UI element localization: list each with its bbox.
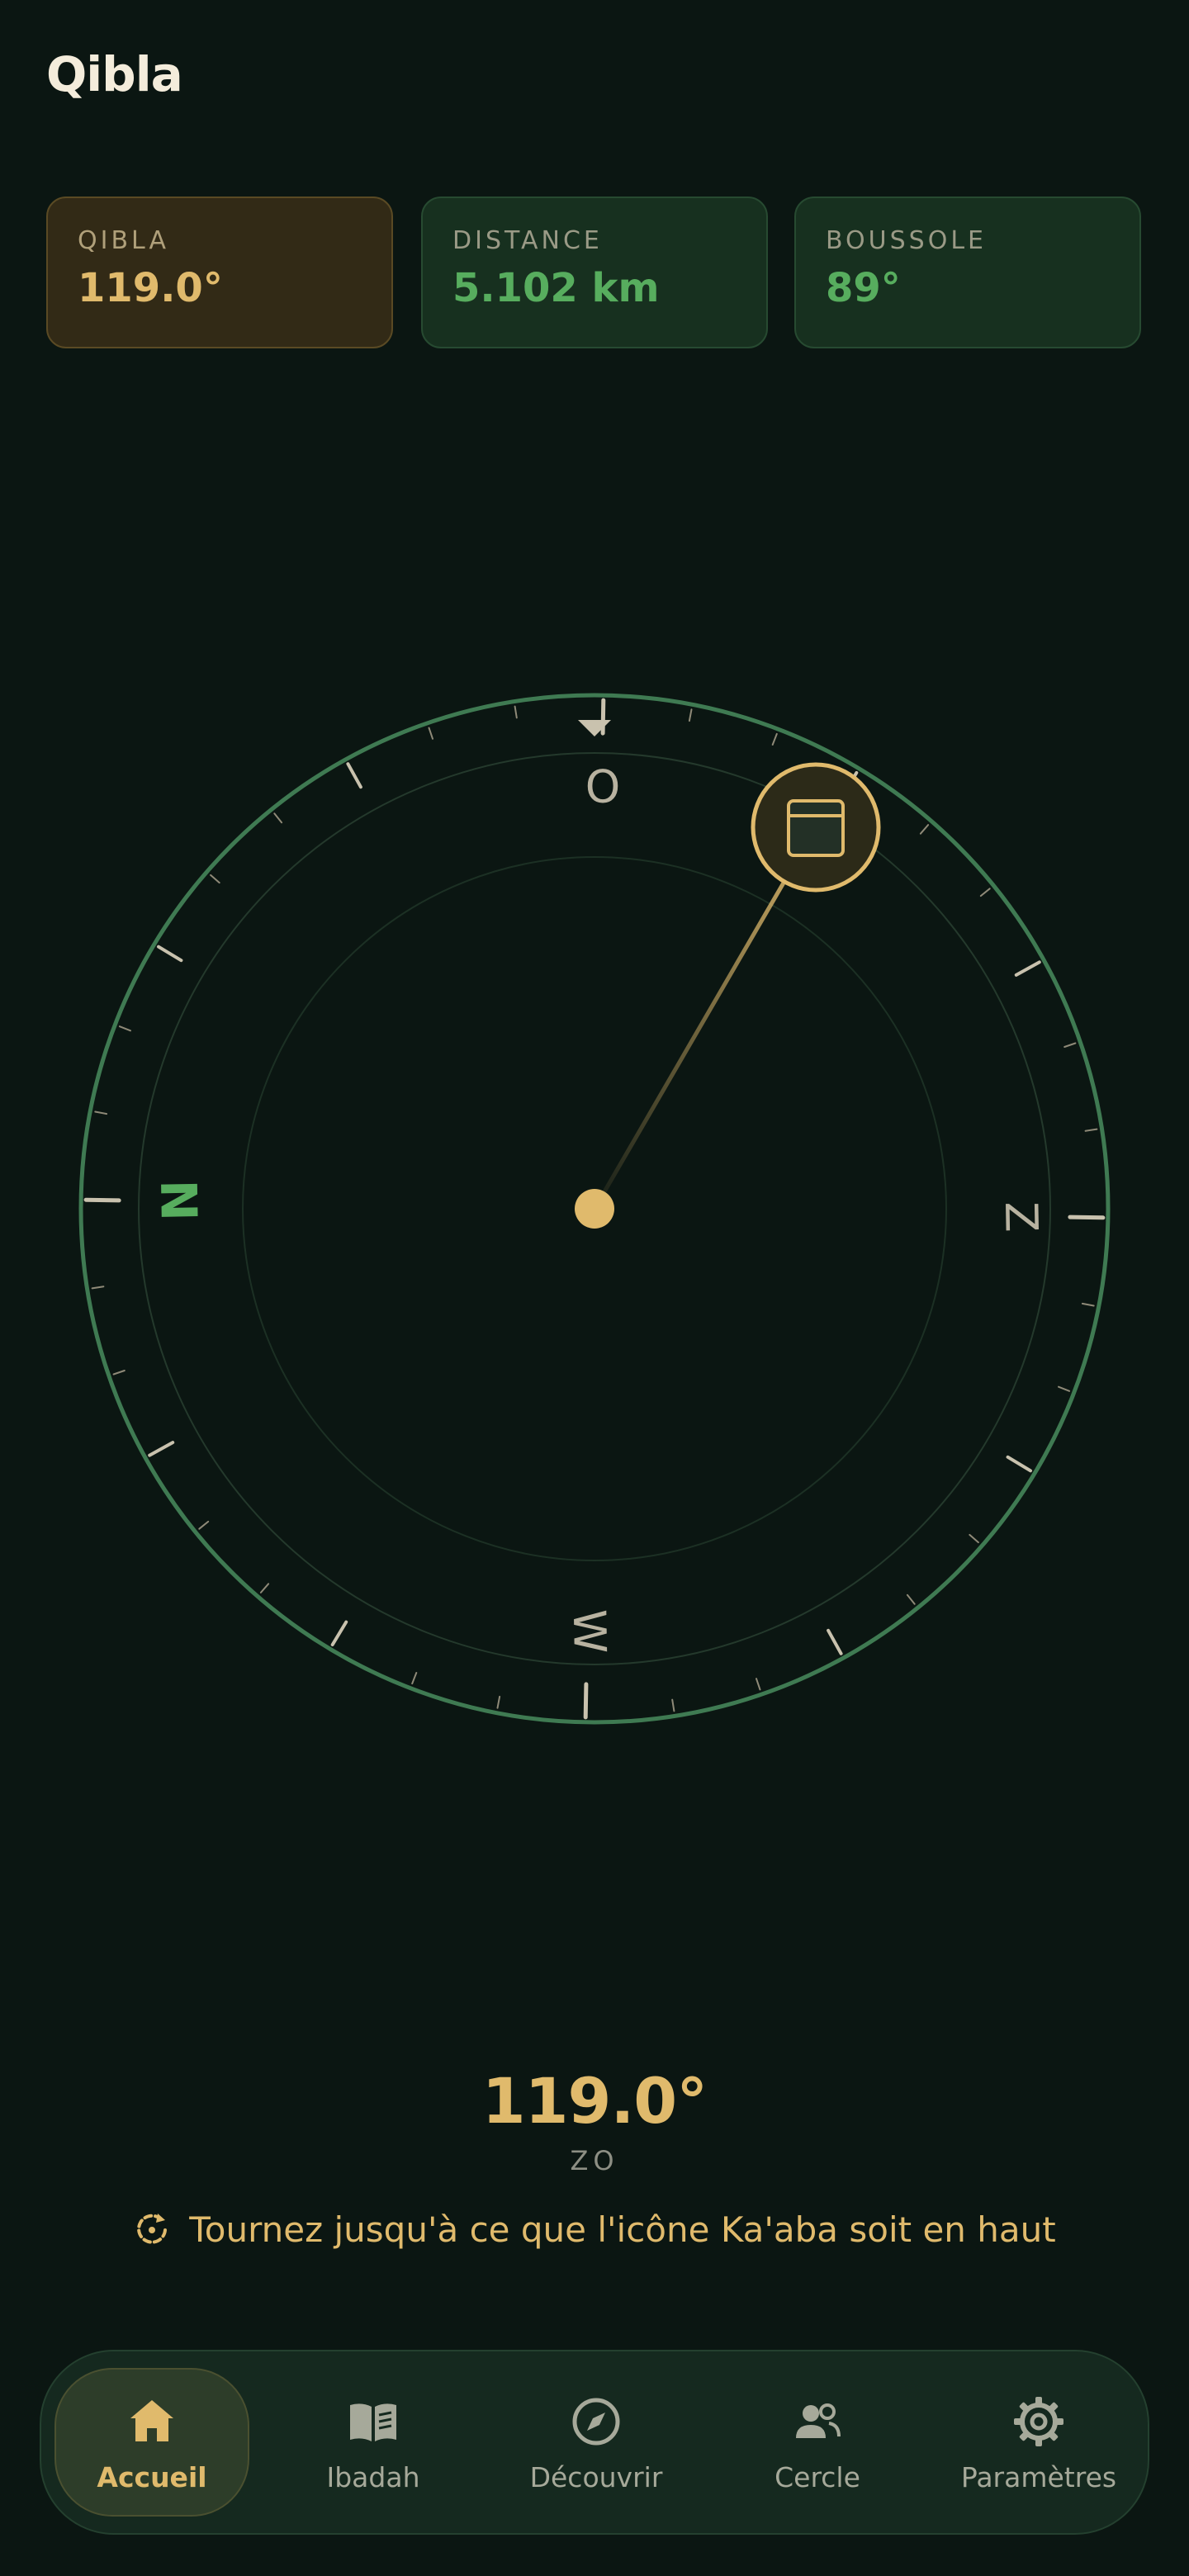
page-title: Qibla <box>46 46 183 102</box>
compass-tick <box>1084 1128 1098 1132</box>
compass-tick <box>969 1533 979 1544</box>
compass-tick <box>771 732 778 746</box>
heading-readout: 119.0° <box>481 2064 708 2138</box>
nav-item-ibadah[interactable]: Ibadah <box>276 2368 471 2517</box>
compass-tick <box>979 888 991 897</box>
compass-tick <box>330 1620 348 1646</box>
nav-label-decouvrir: Découvrir <box>529 2460 663 2493</box>
nav-label-accueil: Accueil <box>97 2460 207 2493</box>
compass-tick <box>1014 960 1041 977</box>
distance-stat-card: DISTANCE 5.102 km <box>421 197 768 348</box>
compass-tick <box>428 727 433 740</box>
compass-tick <box>1068 1215 1106 1220</box>
compass-tick <box>148 1441 175 1457</box>
compass-tick <box>1063 1042 1077 1048</box>
rotate-icon <box>137 2213 168 2244</box>
gear-icon <box>1014 2396 1063 2446</box>
compass-tick <box>118 1025 131 1032</box>
nav-label-ibadah: Ibadah <box>326 2460 420 2493</box>
nav-item-parametres[interactable]: Paramètres <box>941 2368 1136 2517</box>
compass-tick <box>671 1698 675 1712</box>
rotation-hint: Tournez jusqu'à ce que l'icône Ka'aba so… <box>0 2209 1189 2250</box>
compass-tick <box>496 1695 501 1709</box>
compass-tick <box>1081 1302 1095 1307</box>
nav-label-parametres: Paramètres <box>960 2460 1117 2493</box>
compass-tick <box>919 824 930 835</box>
nav-item-decouvrir[interactable]: Découvrir <box>499 2368 694 2517</box>
compass-tick <box>112 1370 126 1376</box>
rotation-hint-text: Tournez jusqu'à ce que l'icône Ka'aba so… <box>189 2209 1056 2250</box>
cardinal-north-label: N <box>149 1179 207 1221</box>
heading-pointer-icon <box>578 720 611 736</box>
compass-tick <box>514 705 518 719</box>
cardinal-west-label: W <box>563 1609 616 1654</box>
compass-dial[interactable]: O Z W N <box>0 644 1189 1783</box>
compass-tick <box>157 945 183 963</box>
compass-stat-value: 89° <box>826 265 901 311</box>
compass-icon <box>572 2398 620 2445</box>
compass-tick <box>1058 1385 1071 1392</box>
people-icon <box>796 2403 841 2438</box>
bottom-navigation: Accueil Ibadah Découvrir Cercle Paramètr… <box>40 2350 1149 2535</box>
nav-label-cercle: Cercle <box>775 2460 860 2493</box>
home-icon <box>130 2399 173 2441</box>
compass-tick <box>411 1672 418 1685</box>
compass-tick <box>756 1678 761 1691</box>
compass-tick <box>346 762 362 789</box>
cardinal-south-label: Z <box>995 1201 1048 1233</box>
compass-center-dot <box>575 1189 614 1229</box>
compass-tick <box>600 698 606 736</box>
compass-tick <box>91 1286 105 1290</box>
compass-tick <box>273 812 283 824</box>
compass-tick <box>210 874 220 884</box>
qibla-stat-card: QIBLA 119.0° <box>46 197 393 348</box>
nav-item-accueil[interactable]: Accueil <box>54 2368 249 2517</box>
qibla-stat-value: 119.0° <box>78 265 223 311</box>
compass-stat-card: BOUSSOLE 89° <box>794 197 1141 348</box>
kaaba-icon[interactable] <box>751 762 881 893</box>
compass-tick <box>827 1628 843 1655</box>
qibla-stat-label: QIBLA <box>78 226 169 255</box>
compass-tick <box>583 1682 589 1720</box>
compass-tick <box>198 1520 210 1530</box>
compass-tick <box>688 708 693 722</box>
compass-stat-label: BOUSSOLE <box>826 226 987 255</box>
compass-tick <box>1006 1455 1032 1473</box>
qibla-needle <box>592 825 818 1211</box>
distance-stat-label: DISTANCE <box>452 226 603 255</box>
heading-direction: ZO <box>570 2145 619 2176</box>
compass-tick <box>259 1583 270 1593</box>
cardinal-east-label: O <box>585 761 621 813</box>
compass-tick <box>94 1110 108 1115</box>
nav-item-cercle[interactable]: Cercle <box>720 2368 915 2517</box>
distance-stat-value: 5.102 km <box>452 265 660 311</box>
book-icon <box>350 2403 396 2441</box>
compass-tick <box>906 1593 916 1605</box>
